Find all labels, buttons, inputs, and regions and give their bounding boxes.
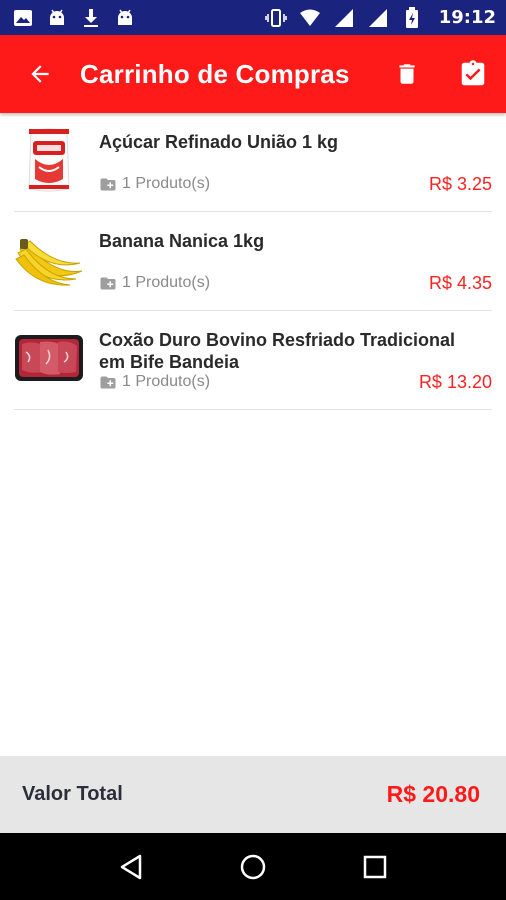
- arrow-back-icon: [31, 65, 49, 83]
- android-icon: [46, 7, 68, 29]
- product-quantity: 1 Produto(s): [99, 373, 210, 391]
- download-icon: [80, 7, 102, 29]
- trash-icon: [399, 64, 415, 84]
- signal-icon: [333, 7, 355, 29]
- quantity-label: 1 Produto(s): [122, 274, 211, 291]
- product-price: R$ 3.25: [428, 174, 492, 194]
- nav-recents-button[interactable]: [345, 837, 405, 897]
- nav-back-button[interactable]: [101, 837, 161, 897]
- product-quantity: 1 Produto(s): [99, 274, 210, 292]
- delete-cart-button[interactable]: [374, 35, 440, 113]
- clipboard-check-icon: [461, 60, 485, 86]
- battery-icon: [401, 6, 423, 29]
- product-quantity: 1 Produto(s): [99, 175, 210, 193]
- triangle-back-icon: [120, 854, 142, 879]
- quantity-label: 1 Produto(s): [122, 175, 211, 192]
- status-bar: 19:12: [0, 0, 506, 35]
- sugar-bag-image: [14, 123, 84, 197]
- android-icon: [114, 7, 136, 29]
- quantity-label: 1 Produto(s): [122, 373, 211, 390]
- nav-home-button[interactable]: [223, 837, 283, 897]
- meat-tray-image: [14, 321, 84, 395]
- status-left-icons: [12, 7, 136, 29]
- status-time: 19:12: [438, 7, 496, 28]
- signal-icon: [367, 7, 389, 29]
- cart-list: Açúcar Refinado União 1 kg 1 Produto(s) …: [0, 113, 506, 410]
- add-folder-icon: [100, 376, 116, 388]
- total-bar: Valor Total R$ 20.80: [0, 756, 506, 833]
- product-name: Coxão Duro Bovino Resfriado Tradicional …: [99, 330, 456, 372]
- confirm-order-button[interactable]: [440, 35, 506, 113]
- product-price: R$ 13.20: [418, 372, 492, 392]
- add-folder-icon: [100, 277, 116, 289]
- total-value: R$ 20.80: [386, 781, 480, 807]
- product-price: R$ 4.35: [428, 273, 492, 293]
- product-name: Açúcar Refinado União 1 kg: [99, 132, 339, 152]
- vibrate-icon: [264, 7, 287, 29]
- back-button[interactable]: [0, 35, 80, 113]
- circle-home-icon: [240, 854, 266, 879]
- page-title: Carrinho de Compras: [80, 58, 350, 89]
- wifi-icon: [299, 7, 321, 29]
- list-item[interactable]: Açúcar Refinado União 1 kg 1 Produto(s) …: [14, 113, 492, 212]
- banana-image: [14, 222, 84, 296]
- status-right-icons: 19:12: [264, 6, 496, 29]
- product-name: Banana Nanica 1kg: [99, 231, 265, 251]
- list-item[interactable]: Coxão Duro Bovino Resfriado Tradicional …: [14, 311, 492, 410]
- image-icon: [12, 7, 34, 29]
- add-folder-icon: [100, 178, 116, 190]
- navigation-bar: [0, 833, 506, 900]
- app-bar: Carrinho de Compras: [0, 35, 506, 113]
- total-label: Valor Total: [22, 783, 123, 805]
- square-recents-icon: [363, 855, 387, 878]
- list-item[interactable]: Banana Nanica 1kg 1 Produto(s) R$ 4.35: [14, 212, 492, 311]
